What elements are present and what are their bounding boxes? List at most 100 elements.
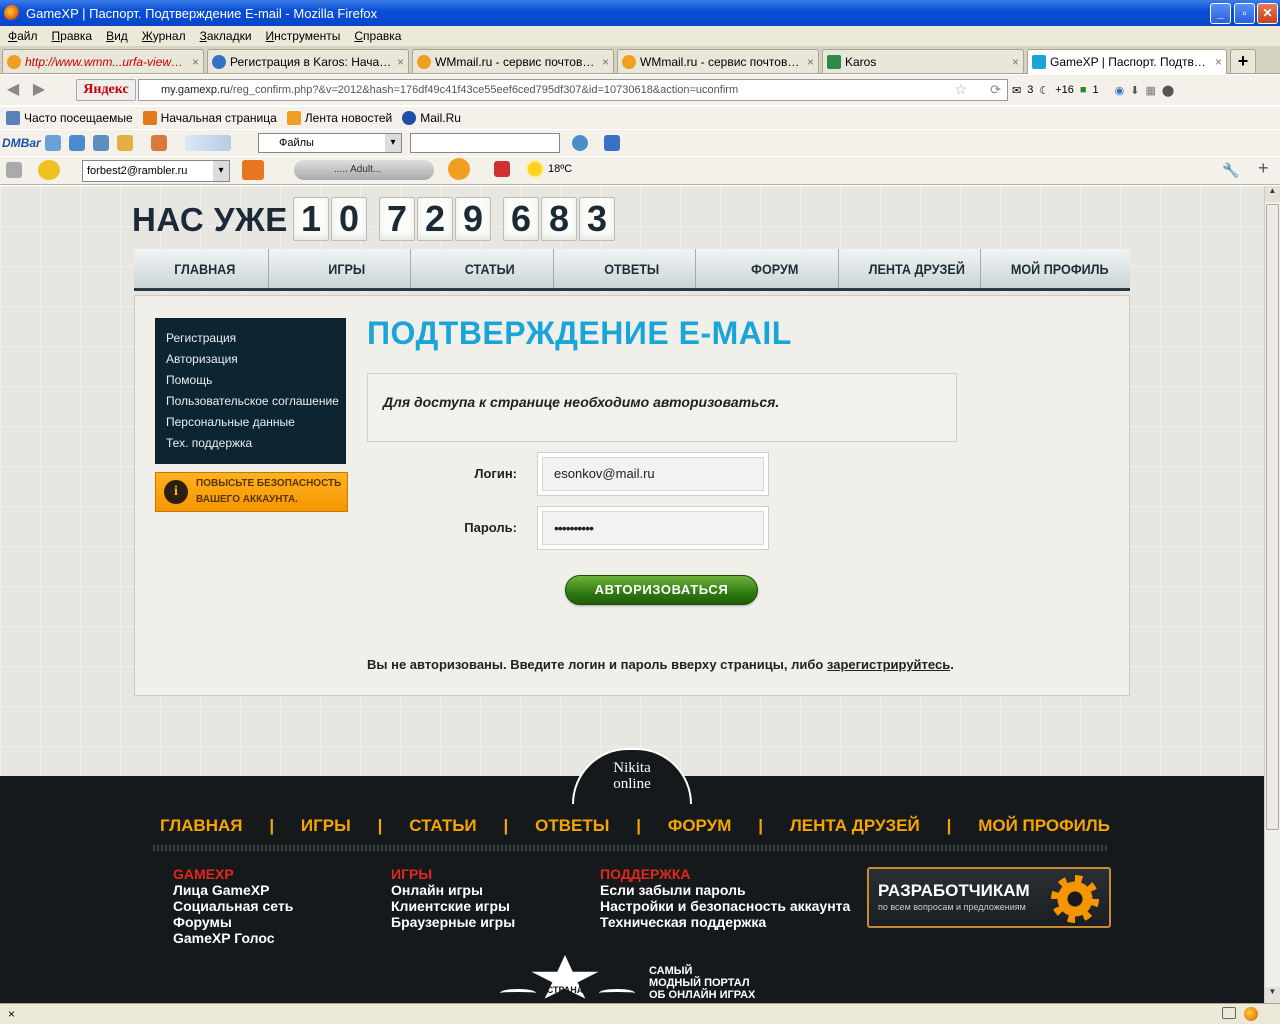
tab-active[interactable]: GameXP | Паспорт. Подтвержд... × (1027, 49, 1227, 74)
dmbar-icon[interactable] (44, 135, 61, 151)
footer-nav-articles[interactable]: СТАТЬИ (409, 816, 476, 836)
puzzle-icon[interactable] (150, 135, 167, 151)
add-icon[interactable] (68, 135, 85, 151)
footer-nav-my-profile[interactable]: МОЙ ПРОФИЛЬ (978, 816, 1110, 836)
download-arrow-icon[interactable] (604, 135, 620, 151)
footer-link[interactable]: Онлайн игры (391, 882, 515, 898)
footer-link[interactable]: Форумы (173, 914, 293, 930)
tab-close-icon[interactable]: × (397, 55, 404, 69)
developers-button[interactable]: РАЗРАБОТЧИКАМ по всем вопросам и предлож… (867, 867, 1111, 928)
scroll-down-icon[interactable]: ▼ (1265, 987, 1280, 1003)
nav-answers[interactable]: ОТВЕТЫ (568, 249, 697, 288)
close-window-button[interactable]: ✕ (1257, 3, 1278, 24)
gift-icon[interactable] (494, 161, 510, 177)
tab[interactable]: http://www.wmm...urfa-viewsrite × (2, 49, 204, 73)
nav-my-profile[interactable]: МОЙ ПРОФИЛЬ (996, 249, 1123, 288)
firefox-status-icon[interactable] (1244, 1007, 1258, 1021)
globe-icon[interactable]: ◉ (1115, 84, 1125, 97)
nav-friends-feed[interactable]: ЛЕНТА ДРУЗЕЙ (853, 249, 982, 288)
nav-articles[interactable]: СТАТЬИ (426, 249, 555, 288)
close-findbar-icon[interactable]: × (8, 1007, 15, 1021)
strana-igr-logo[interactable]: СТРАНА ИГР (500, 955, 635, 1005)
side-menu-authorization[interactable]: Авторизация (166, 349, 346, 370)
bookmark-item[interactable]: Лента новостей (286, 111, 392, 125)
footer-link[interactable]: Настройки и безопасность аккаунта (600, 898, 850, 914)
forward-icon[interactable]: ▶ (26, 79, 52, 101)
tab-close-icon[interactable]: × (1215, 55, 1222, 69)
hand-icon[interactable] (184, 135, 231, 151)
dmbar-search-input[interactable] (410, 133, 560, 153)
login-input[interactable]: esonkov@mail.ru (542, 457, 764, 491)
tab-close-icon[interactable]: × (1012, 55, 1019, 69)
footer-nav-games[interactable]: ИГРЫ (301, 816, 351, 836)
tab[interactable]: Регистрация в Karos: Начало ... × (207, 49, 409, 73)
yandex-search-button[interactable]: Яндекс (76, 79, 136, 101)
nav-home[interactable]: ГЛАВНАЯ (141, 249, 270, 288)
tab[interactable]: WMmail.ru - сервис почтовых ... × (617, 49, 819, 73)
side-menu-help[interactable]: Помощь (166, 370, 346, 391)
login-field[interactable]: esonkov@mail.ru (537, 452, 769, 496)
side-menu-user-agreement[interactable]: Пользовательское соглашение (166, 391, 346, 412)
weather-widget[interactable]: 18ºC (528, 162, 572, 176)
vertical-scrollbar[interactable]: ▲ ▼ (1264, 186, 1280, 1003)
green-addon-icon[interactable]: ■ (1080, 84, 1087, 96)
search-icon[interactable] (572, 135, 588, 151)
adblock-icon[interactable]: ⬤ (1162, 84, 1174, 97)
menu-icon[interactable] (6, 162, 22, 178)
side-menu-personal-data[interactable]: Персональные данные (166, 412, 346, 433)
footer-link[interactable]: Клиентские игры (391, 898, 515, 914)
side-menu-registration[interactable]: Регистрация (166, 328, 346, 349)
url-bar[interactable]: my.gamexp.ru/reg_confirm.php?&v=2012&has… (138, 79, 1008, 101)
side-menu-support[interactable]: Тех. поддержка (166, 433, 346, 454)
bookmark-item[interactable]: Часто посещаемые (6, 111, 133, 125)
improve-security-button[interactable]: i ПОВЫСЬТЕ БЕЗОПАСНОСТЬ ВАШЕГО АККАУНТА. (155, 472, 348, 512)
footer-nav-home[interactable]: ГЛАВНАЯ (160, 816, 242, 836)
menu-edit[interactable]: Правка (52, 29, 93, 43)
owl-icon[interactable] (448, 158, 470, 180)
password-input[interactable]: •••••••••• (542, 511, 764, 545)
tab-close-icon[interactable]: × (602, 55, 609, 69)
register-link[interactable]: зарегистрируйтесь (827, 657, 950, 672)
footer-link[interactable]: Лица GameXP (173, 882, 293, 898)
tab[interactable]: Karos × (822, 49, 1024, 73)
menu-file[interactable]: Файл (8, 29, 38, 43)
menu-tools[interactable]: Инструменты (266, 29, 341, 43)
menu-view[interactable]: Вид (106, 29, 128, 43)
tab[interactable]: WMmail.ru - сервис почтовых ... × (412, 49, 614, 73)
media-player[interactable]: ..... Adult... (294, 160, 434, 180)
maximize-button[interactable]: ▫ (1234, 3, 1255, 24)
footer-nav-answers[interactable]: ОТВЕТЫ (535, 816, 609, 836)
add-toolbar-icon[interactable]: + (1258, 158, 1269, 179)
nav-forum[interactable]: ФОРУМ (711, 249, 839, 288)
bookmark-item[interactable]: Mail.Ru (402, 111, 461, 125)
scroll-up-icon[interactable]: ▲ (1265, 186, 1280, 202)
footer-link[interactable]: Если забыли пароль (600, 882, 850, 898)
download-icon[interactable]: ⬇ (1130, 84, 1139, 97)
tab-close-icon[interactable]: × (807, 55, 814, 69)
menu-bookmarks[interactable]: Закладки (200, 29, 252, 43)
footer-link[interactable]: GameXP Голос (173, 930, 293, 946)
windows-icon[interactable] (92, 135, 109, 151)
password-field[interactable]: •••••••••• (537, 506, 769, 550)
reload-icon[interactable]: ⟳ (990, 82, 1001, 98)
back-icon[interactable]: ◀ (0, 79, 26, 101)
new-tab-button[interactable]: + (1230, 49, 1256, 73)
grid-icon[interactable]: ▦ (1146, 84, 1156, 97)
footer-link[interactable]: Социальная сеть (173, 898, 293, 914)
footer-link[interactable]: Браузерные игры (391, 914, 515, 930)
footer-nav-friends-feed[interactable]: ЛЕНТА ДРУЗЕЙ (790, 816, 920, 836)
scroll-thumb[interactable] (1266, 204, 1279, 830)
email-select[interactable]: forbest2@rambler.ru (82, 160, 230, 182)
wrench-icon[interactable]: 🔧 (1222, 162, 1239, 179)
search-orange-icon[interactable] (242, 160, 264, 180)
footer-nav-forum[interactable]: ФОРУМ (668, 816, 732, 836)
c-logo-icon[interactable] (38, 160, 60, 180)
star-icon[interactable]: ☆ (954, 81, 967, 98)
menu-history[interactable]: Журнал (142, 29, 186, 43)
authorize-button[interactable]: АВТОРИЗОВАТЬСЯ (565, 575, 758, 605)
menu-help[interactable]: Справка (354, 29, 401, 43)
moon-icon[interactable]: ☾ (1039, 84, 1049, 97)
bookmark-item[interactable]: Начальная страница (142, 111, 277, 125)
home-icon[interactable] (116, 135, 133, 151)
nav-games[interactable]: ИГРЫ (284, 249, 412, 288)
